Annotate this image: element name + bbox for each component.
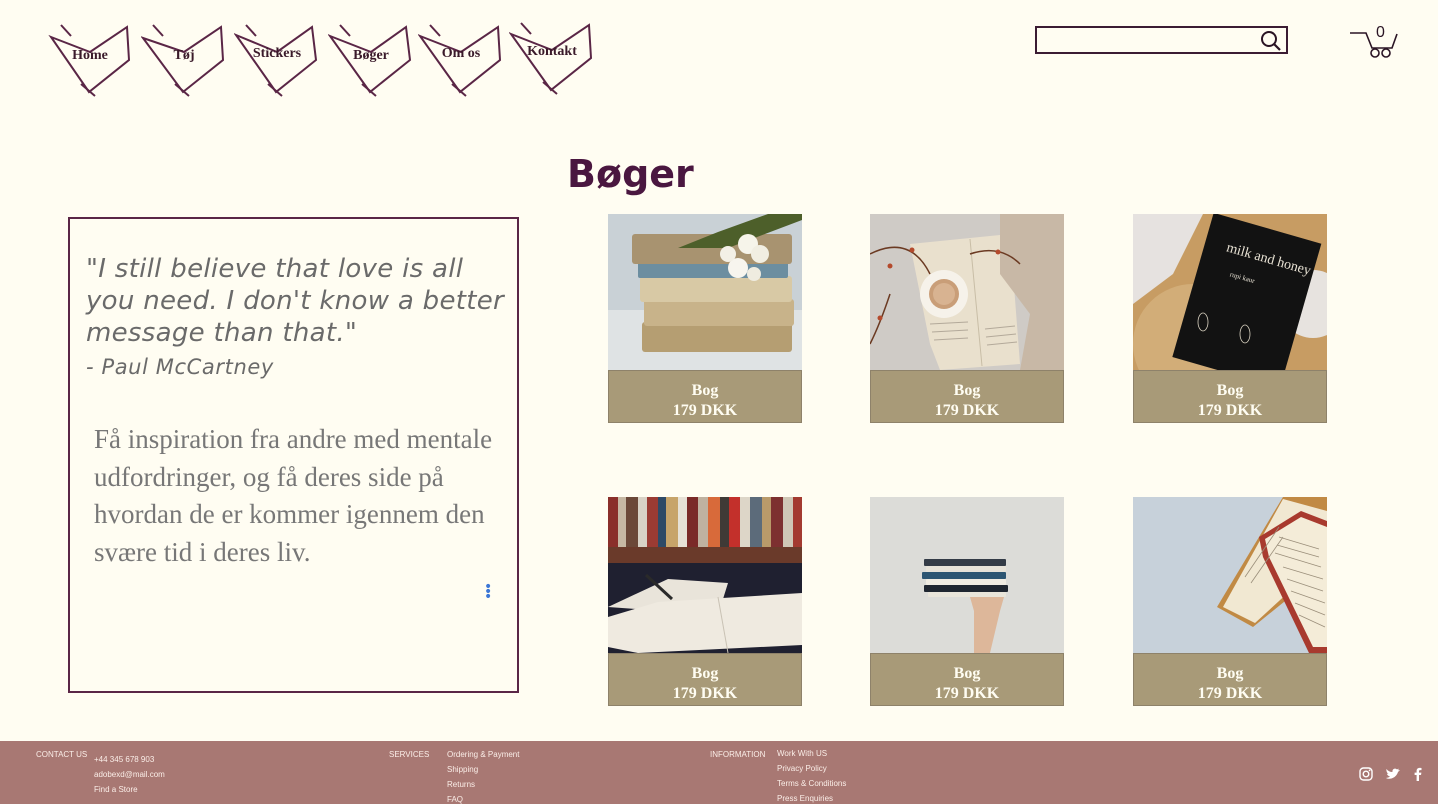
product-card[interactable]: Bog 179 DKK <box>870 214 1064 423</box>
nav-label-stickers: Stickers <box>252 46 302 61</box>
more-options-icon[interactable]: • • • <box>484 580 492 604</box>
product-name: Bog <box>691 382 719 399</box>
footer-link-work-with-us[interactable]: Work With US <box>777 749 827 758</box>
footer-link-press[interactable]: Press Enquiries <box>777 794 833 803</box>
product-label: Bog 179 DKK <box>870 370 1064 423</box>
nav-item-stickers[interactable]: Stickers <box>234 22 320 98</box>
product-image: milk and honey rupi kaur <box>1133 214 1327 370</box>
product-label: Bog 179 DKK <box>870 653 1064 706</box>
product-name: Bog <box>691 665 719 682</box>
quote-author: - Paul McCartney <box>86 355 274 379</box>
footer-email-link[interactable]: adobexd@mail.com <box>94 770 165 779</box>
search-icon <box>1261 31 1281 51</box>
heart-shape-icon <box>509 22 593 95</box>
instagram-icon[interactable] <box>1358 766 1374 782</box>
product-label: Bog 179 DKK <box>1133 653 1327 706</box>
product-card[interactable]: Bog 179 DKK <box>608 497 802 706</box>
product-name: Bog <box>953 665 981 682</box>
product-image <box>608 497 802 653</box>
cart-button[interactable]: 0 <box>1348 24 1400 60</box>
footer-link-returns[interactable]: Returns <box>447 780 475 789</box>
product-image <box>870 497 1064 653</box>
product-label: Bog 179 DKK <box>608 653 802 706</box>
footer-information-heading: INFORMATION <box>710 750 766 759</box>
footer-contact-heading: CONTACT US <box>36 750 88 759</box>
facebook-icon[interactable] <box>1410 766 1426 782</box>
nav-label-boger: Bøger <box>353 48 389 63</box>
search-button[interactable] <box>1260 30 1282 52</box>
product-price: 179 DKK <box>1197 685 1263 702</box>
nav-item-om-os[interactable]: Om os <box>418 22 504 98</box>
footer-link-ordering[interactable]: Ordering & Payment <box>447 750 519 759</box>
product-card[interactable]: milk and honey rupi kaur Bog 179 DKK <box>1133 214 1327 423</box>
product-label: Bog 179 DKK <box>1133 370 1327 423</box>
product-price: 179 DKK <box>672 685 738 702</box>
product-card[interactable]: Bog 179 DKK <box>870 497 1064 706</box>
search-box <box>1035 26 1288 54</box>
page-title: Bøger <box>567 152 694 196</box>
cart-count: 0 <box>1376 24 1385 41</box>
product-name: Bog <box>1216 382 1244 399</box>
product-price: 179 DKK <box>1197 402 1263 419</box>
nav-item-boger[interactable]: Bøger <box>328 22 414 98</box>
footer-services-heading: SERVICES <box>389 750 430 759</box>
nav-label-toj: Tøj <box>173 48 195 63</box>
product-name: Bog <box>953 382 981 399</box>
quote-box: "I still believe that love is all you ne… <box>68 217 519 693</box>
product-image <box>1133 497 1327 653</box>
twitter-icon[interactable] <box>1385 766 1401 782</box>
footer-find-store-link[interactable]: Find a Store <box>94 785 138 794</box>
nav-label-kontakt: Kontakt <box>527 44 577 59</box>
footer-link-privacy[interactable]: Privacy Policy <box>777 764 827 773</box>
footer-link-faq[interactable]: FAQ <box>447 795 463 804</box>
nav-item-kontakt[interactable]: Kontakt <box>509 22 595 98</box>
product-price: 179 DKK <box>934 685 1000 702</box>
product-card[interactable]: Bog 179 DKK <box>608 214 802 423</box>
description-text: Få inspiration fra andre med mentale udf… <box>94 424 493 567</box>
nav-label-home: Home <box>72 48 108 63</box>
product-label: Bog 179 DKK <box>608 370 802 423</box>
footer-link-terms[interactable]: Terms & Conditions <box>777 779 846 788</box>
product-price: 179 DKK <box>672 402 738 419</box>
quote-text: "I still believe that love is all you ne… <box>86 254 505 348</box>
nav-label-om-os: Om os <box>441 46 481 61</box>
product-name: Bog <box>1216 665 1244 682</box>
nav-item-home[interactable]: Home <box>47 22 133 98</box>
footer-phone: +44 345 678 903 <box>94 755 155 764</box>
product-image <box>608 214 802 370</box>
search-input[interactable] <box>1043 30 1257 52</box>
footer-link-shipping[interactable]: Shipping <box>447 765 478 774</box>
product-price: 179 DKK <box>934 402 1000 419</box>
nav-item-toj[interactable]: Tøj <box>141 22 227 98</box>
product-image <box>870 214 1064 370</box>
product-card[interactable]: Bog 179 DKK <box>1133 497 1327 706</box>
cart-icon <box>1350 32 1398 58</box>
